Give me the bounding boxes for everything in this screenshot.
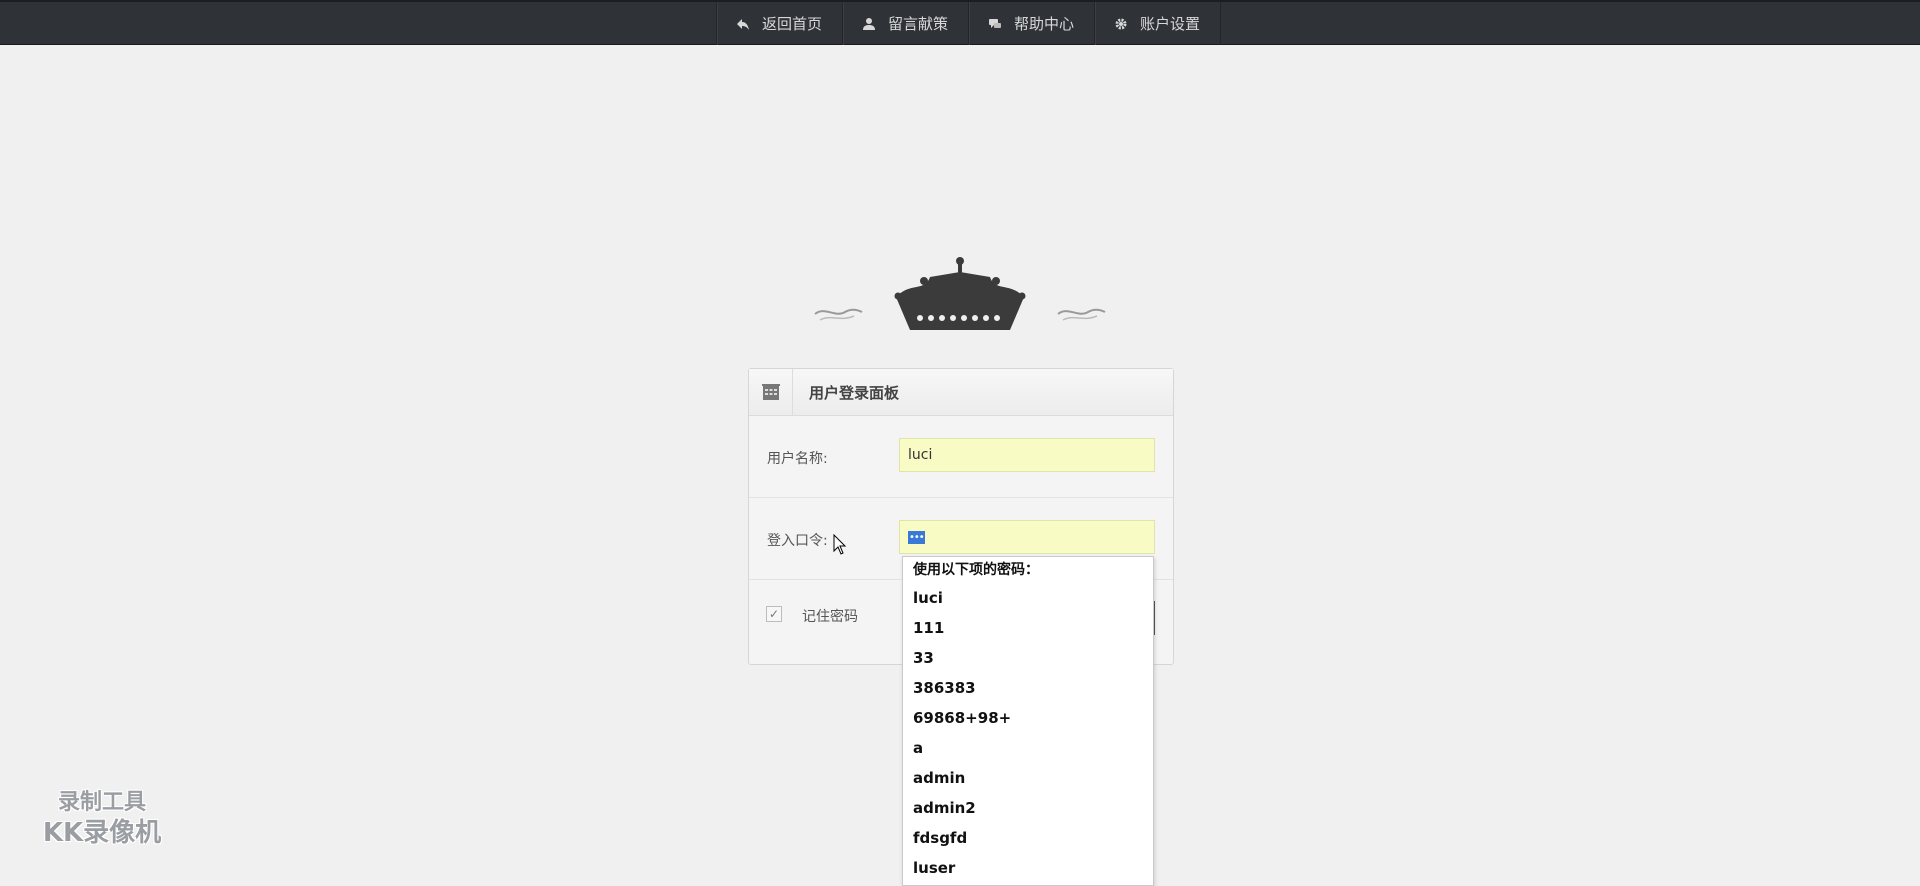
autocomplete-item[interactable]: 69868+98+	[903, 703, 1153, 733]
nav-item-home[interactable]: 返回首页	[717, 2, 844, 45]
back-arrow-icon	[736, 17, 750, 31]
autocomplete-item[interactable]: fdsgfd	[903, 823, 1153, 853]
recorder-watermark: 录制工具 KK录像机	[32, 784, 172, 848]
check-icon: ✓	[768, 607, 780, 621]
nav-item-account[interactable]: 账户设置	[1095, 2, 1222, 45]
user-icon	[862, 17, 876, 31]
nav-item-feedback[interactable]: 留言献策	[843, 2, 970, 45]
autocomplete-item[interactable]: luser	[903, 853, 1153, 883]
password-label: 登入口令:	[767, 533, 828, 549]
left-flourish-icon	[814, 308, 863, 321]
username-input[interactable]: luci	[899, 438, 1155, 472]
right-flourish-icon	[1057, 308, 1106, 321]
panel-header: 用户登录面板	[749, 369, 1173, 416]
autocomplete-item[interactable]: a	[903, 733, 1153, 763]
nav-item-label: 帮助中心	[1014, 15, 1075, 33]
gear-icon	[1114, 17, 1128, 31]
remember-checkbox[interactable]: ✓	[766, 606, 782, 622]
nav-item-label: 返回首页	[762, 15, 823, 33]
autocomplete-item[interactable]: admin2	[903, 793, 1153, 823]
password-selected-text: •••	[908, 530, 925, 544]
username-label: 用户名称:	[767, 451, 828, 467]
top-nav: 返回首页 留言献策 帮助中心 账户设置	[716, 2, 1222, 45]
crown-logo	[810, 252, 1110, 342]
top-nav-bar: 返回首页 留言献策 帮助中心 账户设置	[0, 0, 1920, 45]
autocomplete-item[interactable]: luci	[903, 583, 1153, 613]
nav-item-help[interactable]: 帮助中心	[969, 2, 1096, 45]
remember-label: 记住密码	[802, 609, 858, 625]
chat-bubble-icon	[988, 17, 1002, 31]
mouse-cursor-icon	[833, 534, 847, 555]
panel-title: 用户登录面板	[809, 383, 900, 402]
password-autocomplete-dropdown: 使用以下项的密码： luci 111 33 386383 69868+98+ a…	[902, 556, 1154, 886]
nav-item-label: 账户设置	[1140, 15, 1201, 33]
autocomplete-item[interactable]: 111	[903, 613, 1153, 643]
password-input[interactable]: •••	[899, 520, 1155, 554]
crown-icon	[894, 257, 1026, 330]
username-row: 用户名称: luci	[749, 416, 1173, 498]
autocomplete-item[interactable]: admin	[903, 763, 1153, 793]
autocomplete-item[interactable]: 33	[903, 643, 1153, 673]
watermark-line2: KK录像机	[42, 818, 162, 848]
building-icon	[749, 369, 793, 415]
autocomplete-title: 使用以下项的密码：	[913, 562, 1039, 578]
autocomplete-item[interactable]: 386383	[903, 673, 1153, 703]
nav-item-label: 留言献策	[888, 15, 949, 33]
